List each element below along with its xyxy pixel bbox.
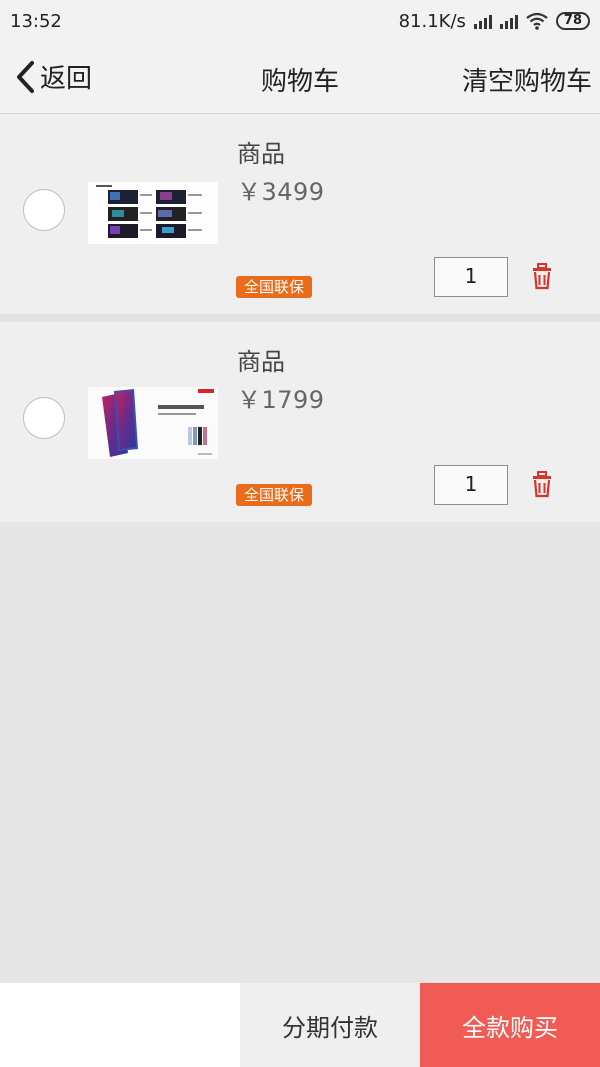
trash-icon[interactable]	[530, 262, 554, 290]
status-icons: 81.1K/s 78	[399, 11, 590, 32]
product-thumbnail[interactable]	[88, 182, 218, 244]
signal-icon-2	[499, 13, 518, 29]
wifi-icon	[526, 12, 548, 30]
page-header: 返回 购物车 清空购物车	[0, 42, 600, 114]
item-divider	[0, 314, 600, 322]
back-button[interactable]: 返回	[14, 58, 92, 95]
chevron-left-icon	[17, 60, 34, 93]
trash-icon[interactable]	[530, 470, 554, 498]
warranty-badge: 全国联保	[236, 276, 313, 298]
status-bar: 13:52 81.1K/s 78	[0, 0, 600, 42]
product-thumbnail[interactable]	[88, 387, 218, 459]
warranty-badge: 全国联保	[236, 484, 313, 506]
select-item-radio[interactable]	[23, 397, 65, 439]
product-name: 商品	[237, 348, 285, 376]
product-name: 商品	[237, 140, 285, 168]
cart-item: 商品 ￥3499 全国联保 1	[0, 114, 600, 314]
battery-icon: 78	[555, 12, 590, 30]
installment-pay-button[interactable]: 分期付款	[240, 983, 420, 1067]
checkout-bar: 分期付款 全款购买	[0, 983, 600, 1067]
back-label: 返回	[40, 64, 93, 94]
select-item-radio[interactable]	[23, 189, 65, 231]
bottom-spacer	[0, 983, 240, 1067]
product-price: ￥3499	[237, 178, 325, 206]
full-pay-button[interactable]: 全款购买	[420, 983, 600, 1067]
product-price: ￥1799	[237, 386, 325, 414]
signal-icon	[473, 13, 492, 29]
quantity-input[interactable]: 1	[434, 465, 508, 505]
quantity-input[interactable]: 1	[434, 257, 508, 297]
cart-item: 商品 ￥1799 全国联保 1	[0, 322, 600, 522]
clear-cart-button[interactable]: 清空购物车	[462, 61, 592, 98]
status-time: 13:52	[10, 10, 62, 32]
network-speed: 81.1K/s	[398, 10, 466, 32]
